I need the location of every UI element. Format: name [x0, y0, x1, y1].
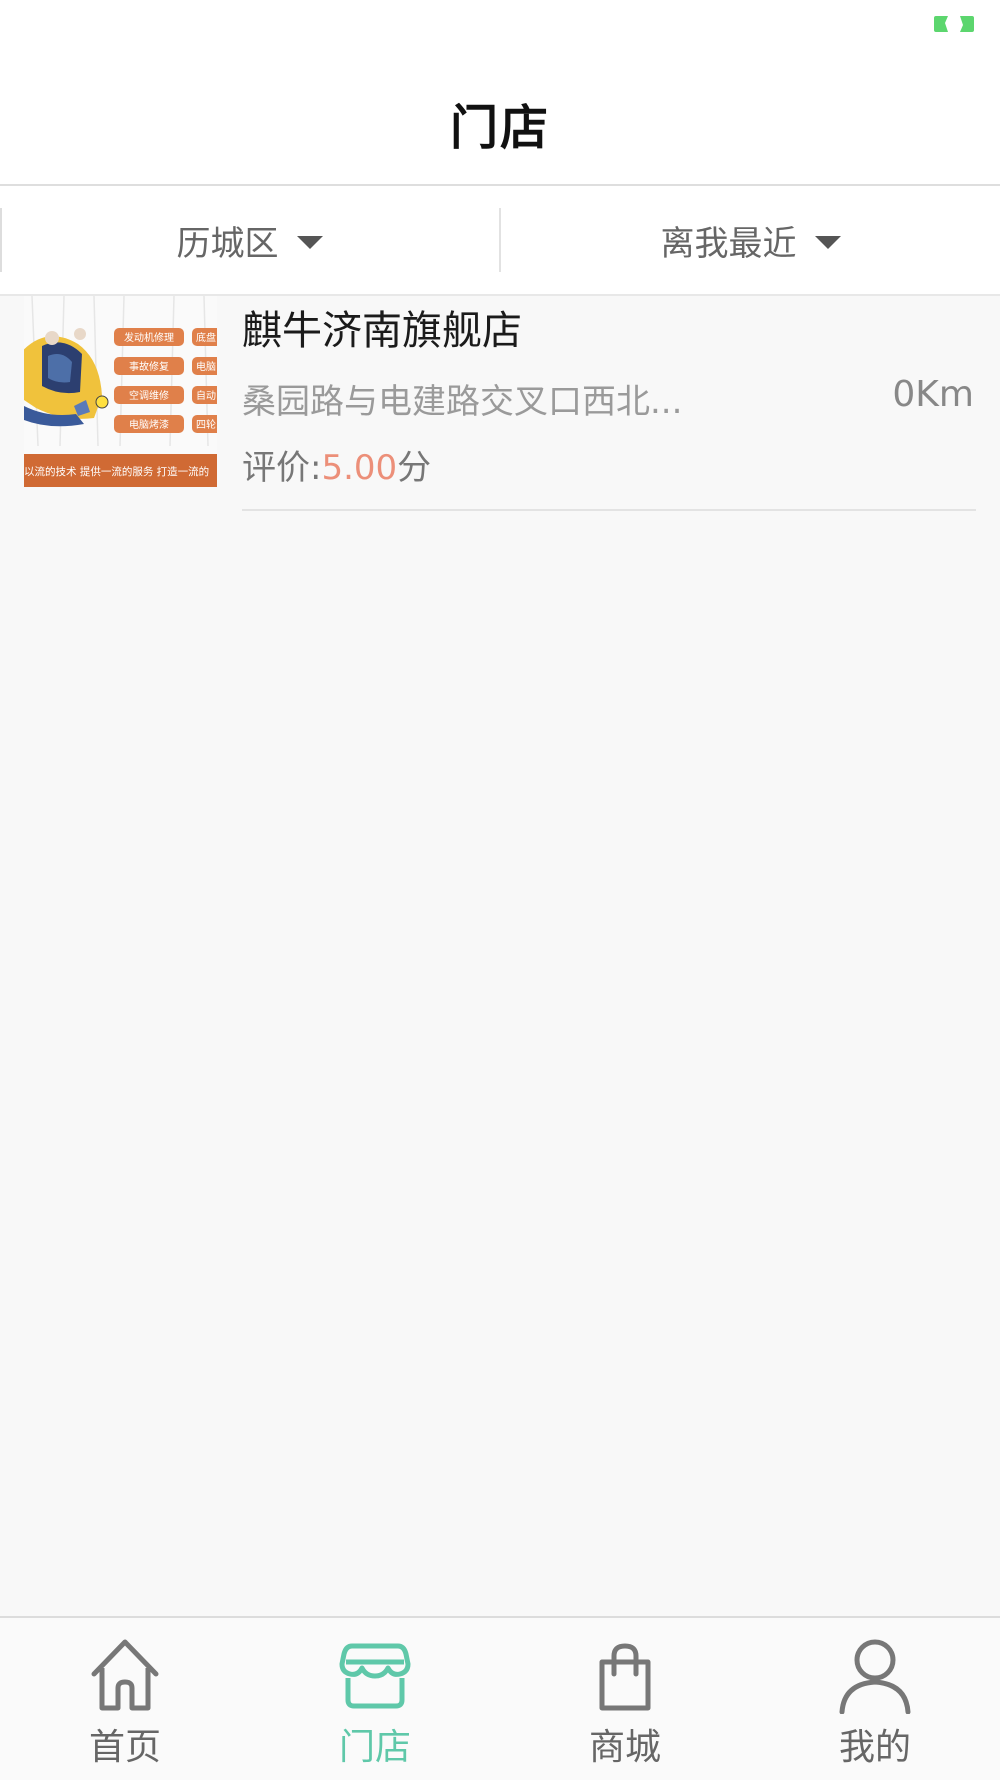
store-list: 发动机修理 事故修复 空调维修 电脑烤漆 底盘 电脑 自动 四轮 以流的技术 提…: [0, 296, 1000, 512]
battery-indicator-icon: [934, 16, 974, 32]
district-filter[interactable]: 历城区: [0, 186, 499, 294]
sort-filter-label: 离我最近: [660, 223, 797, 264]
thumbnail-service-1: 发动机修理: [124, 331, 174, 344]
rating-value: 5.00: [321, 448, 398, 488]
store-name: 麒牛济南旗舰店: [242, 308, 522, 354]
user-icon: [839, 1639, 911, 1714]
tab-store[interactable]: 门店: [250, 1618, 500, 1780]
tab-profile[interactable]: 我的: [750, 1618, 1000, 1780]
caret-down-icon: [296, 235, 323, 249]
thumbnail-service-3: 空调维修: [129, 389, 169, 402]
store-address: 桑园路与电建路交叉口西北...: [242, 382, 683, 422]
thumbnail-service-4: 电脑烤漆: [129, 418, 169, 431]
thumbnail-service-2: 事故修复: [129, 360, 169, 373]
store-icon: [339, 1643, 411, 1709]
shopping-bag-icon: [599, 1643, 651, 1711]
tab-store-label: 门店: [338, 1727, 411, 1768]
tab-home-label: 首页: [88, 1727, 161, 1768]
thumbnail-slogan: 以流的技术 提供一流的服务 打造一流的: [24, 465, 209, 478]
store-distance: 0Km: [892, 374, 974, 415]
filter-bar: 历城区 离我最近: [0, 186, 1000, 296]
sort-filter[interactable]: 离我最近: [501, 186, 1000, 294]
nav-header: 门店: [0, 60, 1000, 186]
thumbnail-service-partial-2: 电脑: [196, 360, 216, 373]
page-title: 门店: [449, 100, 550, 156]
thumbnail-service-partial-1: 底盘: [196, 331, 216, 344]
caret-down-icon: [814, 235, 841, 249]
store-list-item[interactable]: 发动机修理 事故修复 空调维修 电脑烤漆 底盘 电脑 自动 四轮 以流的技术 提…: [0, 296, 1000, 512]
status-bar: [0, 0, 1000, 60]
tab-mall-label: 商城: [588, 1727, 661, 1768]
list-divider: [242, 509, 976, 511]
tab-mall[interactable]: 商城: [500, 1618, 750, 1780]
tab-profile-label: 我的: [838, 1727, 911, 1768]
tab-home[interactable]: 首页: [0, 1618, 250, 1780]
rating-label: 评价:: [242, 448, 322, 488]
thumbnail-service-partial-3: 自动: [196, 389, 216, 402]
store-rating: 评价:5.00分: [242, 440, 431, 489]
district-filter-label: 历城区: [176, 223, 279, 264]
thumbnail-service-partial-4: 四轮: [196, 418, 216, 431]
store-thumbnail: 发动机修理 事故修复 空调维修 电脑烤漆 底盘 电脑 自动 四轮 以流的技术 提…: [24, 296, 217, 487]
home-icon: [91, 1639, 159, 1711]
bottom-tab-bar: 首页 门店 商城 我的: [0, 1616, 1000, 1780]
rating-unit: 分: [397, 448, 432, 488]
